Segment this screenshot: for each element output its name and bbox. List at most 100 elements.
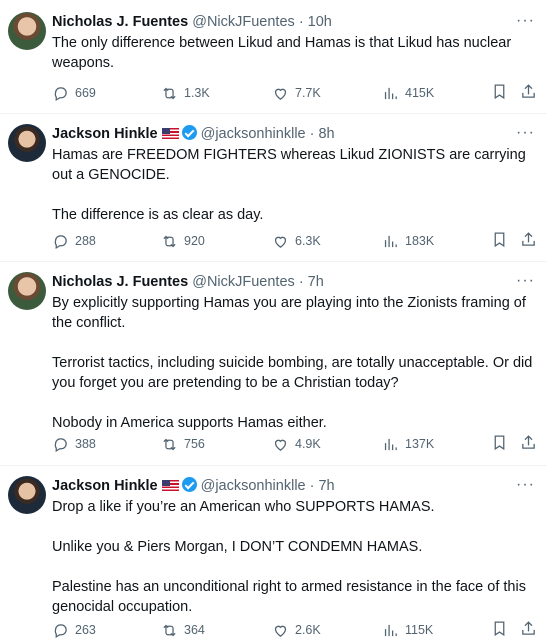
action-bar: 669 1.3K 7.7K 415K: [52, 83, 542, 103]
bookmark-icon: [494, 435, 505, 451]
share-icon: [522, 621, 535, 635]
more-options-icon[interactable]: ···: [516, 124, 535, 142]
more-options-icon[interactable]: ···: [516, 272, 535, 290]
display-name[interactable]: Nicholas J. Fuentes: [52, 274, 188, 290]
retweet-button[interactable]: 1.3K: [161, 83, 210, 103]
like-button[interactable]: 7.7K: [272, 83, 321, 103]
tweet-paragraph: Terrorist tactics, including suicide bom…: [52, 355, 533, 391]
reply-button[interactable]: 263: [52, 620, 96, 640]
tweet-paragraph: Nobody in America supports Hamas either.: [52, 415, 327, 431]
avatar[interactable]: [8, 12, 46, 50]
reply-button[interactable]: 669: [52, 83, 96, 103]
tweet-text: Drop a like if you’re an American who SU…: [52, 497, 540, 617]
share-button[interactable]: [520, 434, 537, 451]
tweet-paragraph: Drop a like if you’re an American who SU…: [52, 499, 435, 515]
avatar[interactable]: [8, 272, 46, 310]
retweet-count: 364: [184, 623, 205, 637]
reply-count: 669: [75, 86, 96, 100]
reply-icon: [54, 234, 67, 249]
tweet-paragraph: The only difference between Likud and Ha…: [52, 35, 512, 71]
heart-icon: [274, 439, 287, 451]
avatar[interactable]: [8, 476, 46, 514]
share-button[interactable]: [520, 620, 537, 637]
tweet-header: Nicholas J. Fuentes @NickJFuentes · 7h: [52, 272, 517, 292]
tweet-text: By explicitly supporting Hamas you are p…: [52, 293, 540, 433]
tweet-header: Jackson Hinkle @jacksonhinklle · 7h: [52, 476, 517, 496]
like-button[interactable]: 6.3K: [272, 231, 321, 251]
action-bar: 288 920 6.3K 183K: [52, 231, 542, 251]
views-button[interactable]: 137K: [382, 434, 434, 454]
reply-icon: [54, 437, 67, 452]
views-button[interactable]: 115K: [382, 620, 433, 640]
timestamp[interactable]: · 7h: [299, 274, 324, 290]
retweet-count: 756: [184, 437, 205, 451]
more-options-icon[interactable]: ···: [516, 12, 535, 30]
retweet-button[interactable]: 920: [161, 231, 205, 251]
retweet-icon: [163, 624, 176, 636]
share-icon: [522, 232, 535, 246]
action-bar: 263 364 2.6K 115K: [52, 620, 542, 640]
views-icon: [384, 235, 397, 247]
views-button[interactable]: 415K: [382, 83, 434, 103]
share-button[interactable]: [520, 231, 537, 248]
bookmark-button[interactable]: [491, 231, 508, 248]
tweet-paragraph: Unlike you & Piers Morgan, I DON’T CONDE…: [52, 539, 423, 555]
display-name[interactable]: Jackson Hinkle: [52, 478, 158, 494]
retweet-icon: [163, 438, 176, 450]
retweet-icon: [163, 235, 176, 247]
views-icon: [384, 438, 397, 450]
action-bar: 388 756 4.9K 137K: [52, 434, 542, 454]
reply-count: 288: [75, 234, 96, 248]
handle[interactable]: @NickJFuentes: [192, 274, 295, 290]
views-count: 415K: [405, 86, 435, 100]
display-name[interactable]: Jackson Hinkle: [52, 126, 158, 142]
retweet-count: 1.3K: [184, 86, 210, 100]
display-name[interactable]: Nicholas J. Fuentes: [52, 14, 188, 30]
divider: [0, 113, 547, 114]
tweet-header: Nicholas J. Fuentes @NickJFuentes · 10h: [52, 12, 517, 32]
bookmark-icon: [494, 621, 505, 637]
timestamp[interactable]: · 10h: [299, 14, 332, 30]
us-flag-icon: [161, 480, 179, 491]
reply-count: 263: [75, 623, 96, 637]
handle[interactable]: @jacksonhinklle: [201, 126, 306, 142]
reply-icon: [54, 86, 67, 101]
heart-icon: [274, 625, 287, 637]
share-button[interactable]: [520, 83, 537, 100]
timestamp[interactable]: · 7h: [310, 478, 335, 494]
avatar[interactable]: [8, 124, 46, 162]
bookmark-icon: [494, 232, 505, 248]
like-count: 6.3K: [295, 234, 321, 248]
like-button[interactable]: 2.6K: [272, 620, 321, 640]
reply-button[interactable]: 288: [52, 231, 96, 251]
retweet-button[interactable]: 756: [161, 434, 205, 454]
handle[interactable]: @jacksonhinklle: [201, 478, 306, 494]
reply-button[interactable]: 388: [52, 434, 96, 454]
share-icon: [522, 435, 535, 449]
retweet-icon: [163, 87, 176, 99]
tweet-text: Hamas are FREEDOM FIGHTERS whereas Likud…: [52, 145, 540, 225]
verified-badge-icon[interactable]: [181, 477, 197, 492]
views-icon: [384, 624, 397, 636]
retweet-count: 920: [184, 234, 205, 248]
retweet-button[interactable]: 364: [161, 620, 205, 640]
reply-icon: [54, 623, 67, 638]
tweet-header: Jackson Hinkle @jacksonhinklle · 8h: [52, 124, 517, 144]
verified-badge-icon[interactable]: [181, 125, 197, 140]
bookmark-button[interactable]: [491, 83, 508, 100]
divider: [0, 261, 547, 262]
share-icon: [522, 84, 535, 98]
views-icon: [384, 87, 397, 99]
handle[interactable]: @NickJFuentes: [192, 14, 295, 30]
like-button[interactable]: 4.9K: [272, 434, 321, 454]
views-button[interactable]: 183K: [382, 231, 434, 251]
tweet-paragraph: By explicitly supporting Hamas you are p…: [52, 295, 526, 331]
like-count: 4.9K: [295, 437, 321, 451]
like-count: 2.6K: [295, 623, 321, 637]
bookmark-button[interactable]: [491, 434, 508, 451]
heart-icon: [274, 236, 287, 248]
bookmark-button[interactable]: [491, 620, 508, 637]
more-options-icon[interactable]: ···: [516, 476, 535, 494]
timestamp[interactable]: · 8h: [310, 126, 335, 142]
reply-count: 388: [75, 437, 96, 451]
